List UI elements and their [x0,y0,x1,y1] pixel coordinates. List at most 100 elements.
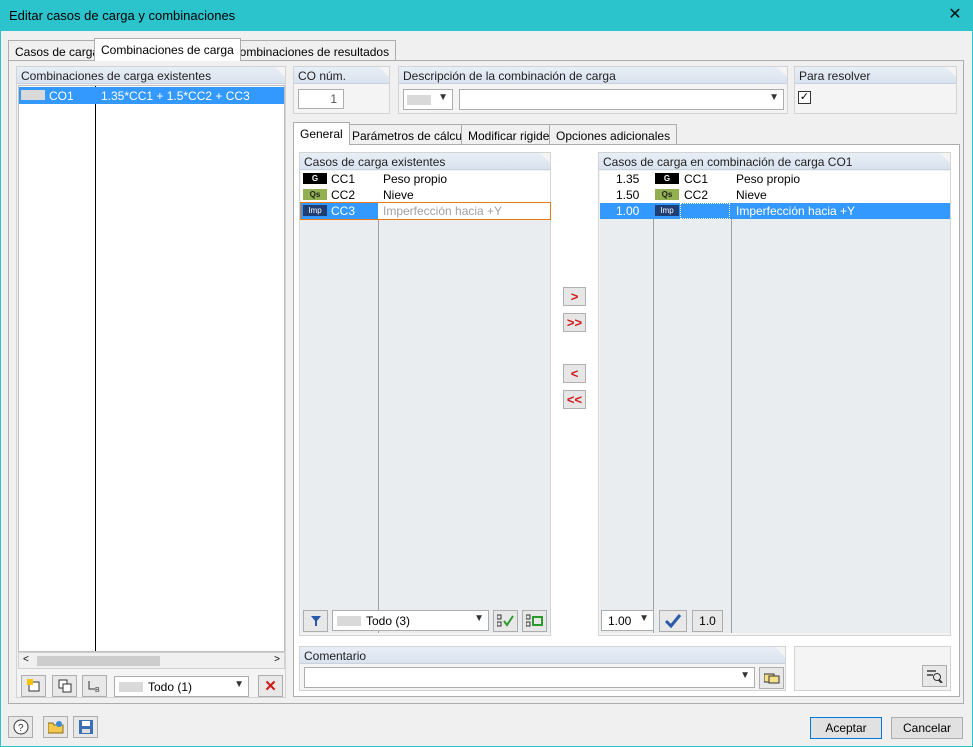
add-button[interactable]: > [563,287,586,306]
filter-button[interactable] [303,610,328,632]
filter-swatch [337,616,361,626]
dialog-client: Casos de carga Combinaciones de carga Co… [1,31,972,746]
new-combination-button[interactable] [21,675,46,697]
chevron-down-icon: ▼ [769,92,779,103]
color-swatch [407,95,431,105]
case-name: Nieve [736,188,767,202]
set-factor-one-button[interactable]: 1.0 [692,610,723,632]
filter-value: Todo (3) [366,614,411,628]
table-row[interactable]: G CC1 Peso propio [301,171,550,187]
copy-icon [58,679,71,693]
delete-combination-button[interactable]: ✕ [258,675,283,697]
remove-all-button[interactable]: << [563,390,586,409]
help-icon: ? [13,719,28,735]
tab-load-cases[interactable]: Casos de carga [8,40,107,61]
tab-modify-stiffness[interactable]: Modificar rigidez [461,124,563,145]
case-name: Imperfección hacia +Y [383,204,503,218]
case-id: CC2 [684,188,709,202]
scroll-left-icon[interactable]: < [23,654,29,665]
tab-load-combinations[interactable]: Combinaciones de carga [94,38,241,61]
case-name: Peso propio [736,172,801,186]
color-swatch [21,90,45,100]
case-id: CC2 [331,188,356,202]
combination-formula: 1.35*CC1 + 1.5*CC2 + CC3 [101,89,250,103]
description-color-select[interactable]: ▼ [403,89,453,110]
close-icon[interactable]: ✕ [943,4,967,26]
chevron-down-icon: ▼ [234,679,244,690]
scroll-right-icon[interactable]: > [274,654,280,665]
table-row[interactable]: Imp CC3 Imperfección hacia +Y [300,202,551,220]
table-row[interactable]: Qs CC2 Nieve [301,187,550,203]
apply-factor-button[interactable] [659,610,687,632]
renumber-icon: B [88,681,100,693]
library-icon [763,673,779,684]
preview-box [794,646,951,691]
filter-swatch [119,682,143,692]
tab-general[interactable]: General [293,122,350,145]
invert-selection-button[interactable] [522,610,547,632]
tab-calc-params[interactable]: Parámetros de cálculo [345,124,479,145]
comment-input[interactable]: ▼ [304,667,755,688]
cancel-button[interactable]: Cancelar [891,717,963,739]
to-solve-group: Para resolver ✓ [794,66,957,114]
action-badge: G [655,173,679,184]
select-all-button[interactable] [493,610,518,632]
set-factor-one-label: 1.0 [699,614,716,628]
help-button[interactable]: ? [8,716,33,738]
action-badge: G [303,173,327,184]
combo-cases-list[interactable]: 1.35 G CC1 Peso propio 1.50 Qs CC2 Nieve… [600,171,950,633]
horizontal-scrollbar[interactable]: < > [18,652,285,669]
tab-additional-options[interactable]: Opciones adicionales [549,124,678,145]
save-icon [78,720,93,734]
save-button[interactable] [73,716,98,738]
description-group: Descripción de la combinación de carga ▼… [398,66,788,114]
action-badge: Qs [655,189,679,200]
remove-button[interactable]: < [563,364,586,383]
co-number-field[interactable]: 1 [298,89,344,109]
existing-cases-group: Casos de carga existentes G CC1 Peso pro… [299,152,551,636]
case-factor: 1.50 [616,188,640,202]
chevron-down-icon: ▼ [474,613,484,624]
left-filter-select[interactable]: Todo (1) ▼ [114,676,249,697]
ok-button[interactable]: Aceptar [810,717,882,739]
open-button[interactable] [43,716,68,738]
case-factor: 1.35 [616,172,640,186]
tab-result-combinations[interactable]: Combinaciones de resultados [224,40,397,61]
window-title: Editar casos de carga y combinaciones [9,8,236,23]
existing-cases-list[interactable]: G CC1 Peso propio Qs CC2 Nieve Imp CC3 I… [300,171,551,633]
add-all-button[interactable]: >> [563,313,586,332]
existing-filter-select[interactable]: Todo (3) ▼ [332,610,489,631]
combo-cases-header: Casos de carga en combinación de carga C… [599,153,950,170]
comment-library-button[interactable] [759,667,784,689]
chevron-down-icon: ▼ [438,92,448,103]
factor-select[interactable]: 1.00 ▼ [601,610,654,631]
left-panel-header: Combinaciones de carga existentes [17,67,285,84]
view-details-button[interactable] [922,665,947,687]
magnifier-icon [926,670,943,683]
action-badge: Qs [303,189,327,200]
comment-label: Comentario [300,647,785,664]
existing-cases-header: Casos de carga existentes [300,153,550,170]
combinations-list[interactable]: CO1 1.35*CC1 + 1.5*CC2 + CC3 [18,85,285,652]
copy-combination-button[interactable] [52,675,77,697]
to-solve-checkbox[interactable]: ✓ [798,91,811,104]
chevron-down-icon: ▼ [639,613,649,624]
table-row[interactable]: 1.50 Qs CC2 Nieve [600,187,950,203]
chevron-down-icon: ▼ [740,670,750,681]
case-id: CC1 [331,172,356,186]
delete-icon: ✕ [264,678,277,695]
co-number-group: CO núm. 1 [293,66,390,114]
case-id: CC3 [684,204,709,218]
svg-text:?: ? [18,723,24,734]
case-name: Imperfección hacia +Y [736,204,856,218]
table-row[interactable]: 1.00 Imp CC3 Imperfección hacia +Y [600,203,950,219]
left-panel: Combinaciones de carga existentes CO1 1.… [16,66,286,698]
renumber-button[interactable]: B [82,675,107,697]
filter-value: Todo (1) [148,680,193,694]
description-input[interactable]: ▼ [459,89,784,110]
scrollbar-thumb[interactable] [37,656,160,666]
list-item[interactable]: CO1 1.35*CC1 + 1.5*CC2 + CC3 [19,87,284,104]
case-id: CC3 [331,204,356,218]
table-row[interactable]: 1.35 G CC1 Peso propio [600,171,950,187]
factor-value: 1.00 [608,614,632,628]
